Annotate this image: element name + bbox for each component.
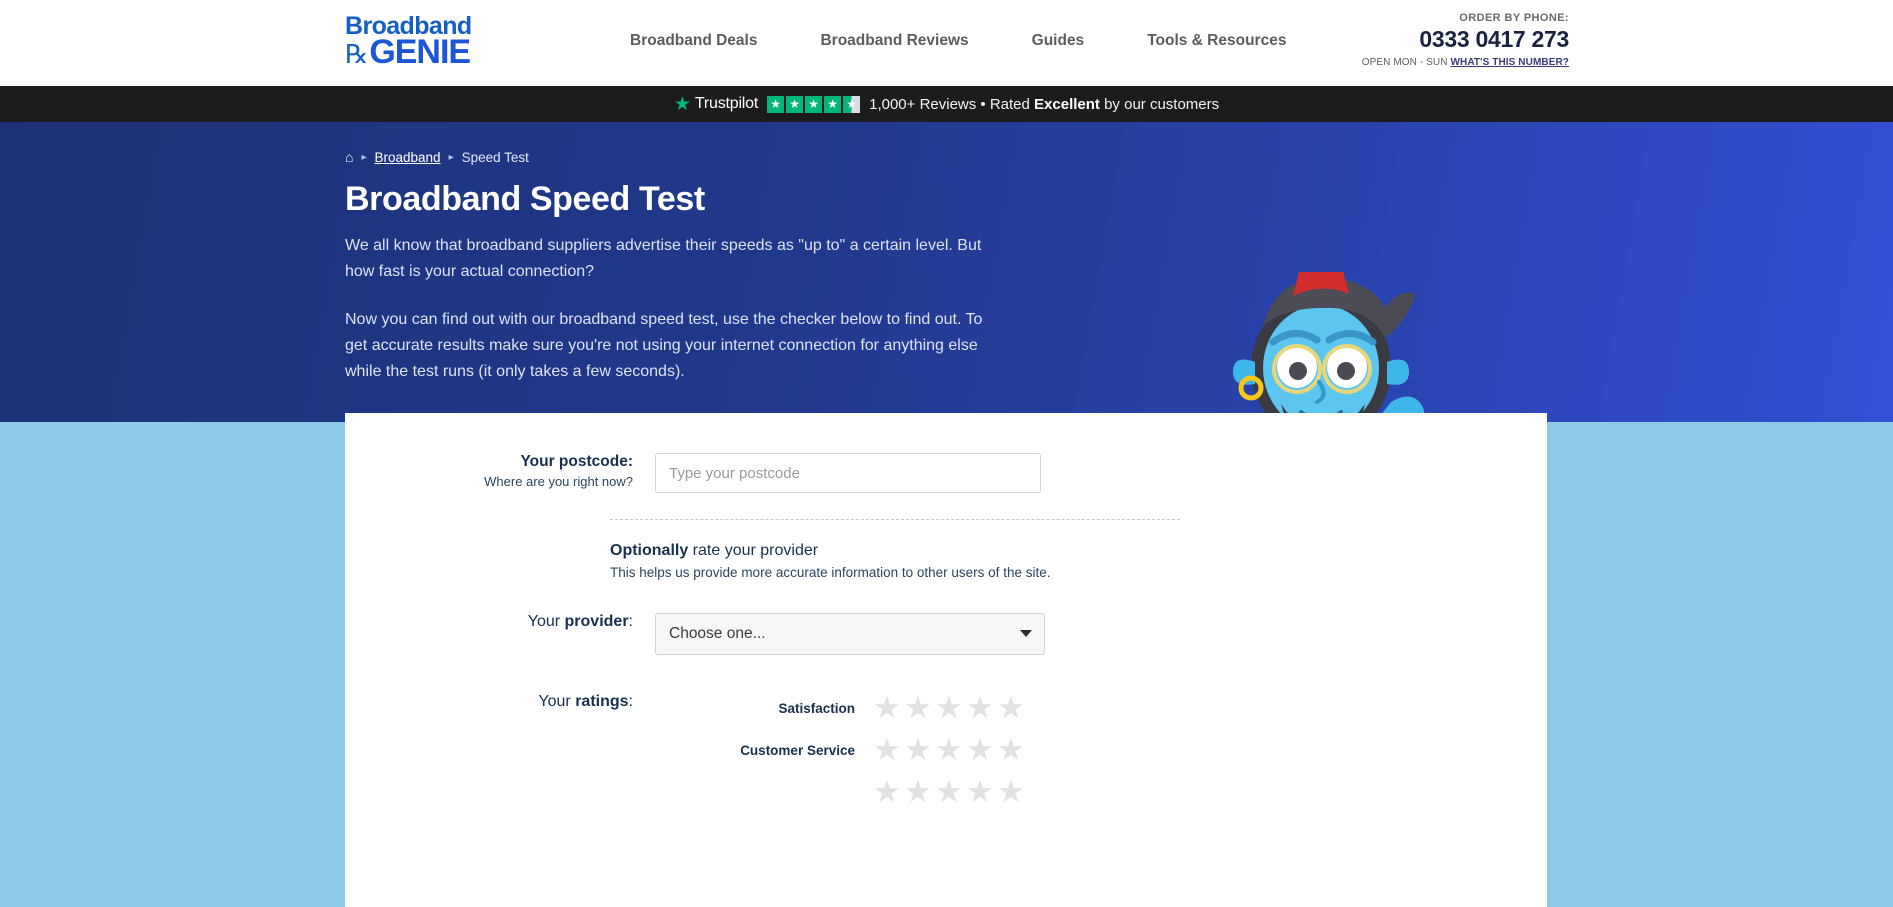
provider-select-wrap: Choose one... [655,613,1045,655]
nav-item-guides[interactable]: Guides [1032,32,1085,50]
band-area: Your postcode: Where are you right now? … [0,413,1893,907]
trustpilot-brand: Trustpilot [694,95,759,112]
form-divider [610,519,1180,520]
whats-this-number-link[interactable]: WHAT'S THIS NUMBER? [1450,57,1569,68]
breadcrumb-item-broadband[interactable]: Broadband [375,150,441,165]
postcode-label-group: Your postcode: Where are you right now? [345,453,655,489]
star-icon[interactable]: ★ [997,692,1025,723]
postcode-input[interactable] [655,453,1041,493]
postcode-row: Your postcode: Where are you right now? [345,453,1547,493]
rating-stars-satisfaction: ★ ★ ★ ★ ★ [873,692,1025,723]
rating-item: Customer Service ★ ★ ★ ★ ★ [655,734,1025,765]
ratings-row: Your ratings: Satisfaction ★ ★ ★ ★ ★ Cus… [345,692,1547,821]
star-icon[interactable]: ★ [873,734,901,765]
nav-item-broadband-reviews[interactable]: Broadband Reviews [820,32,968,50]
star-icon[interactable]: ★ [935,692,963,723]
phone-hours: OPEN MON - SUN [1361,57,1448,68]
hero-section: ⌂ ▸ Broadband ▸ Speed Test Broadband Spe… [0,122,1893,422]
star-icon[interactable]: ★ [904,776,932,807]
star-icon[interactable]: ★ [904,692,932,723]
page-title: Broadband Speed Test [345,180,705,218]
star-icon[interactable]: ★ [873,776,901,807]
nav-item-tools-resources[interactable]: Tools & Resources [1147,32,1286,50]
optional-rating-subtitle: This helps us provide more accurate info… [610,565,1051,580]
trustpilot-rating-stars: ★ ★ ★ ★ ★ [767,95,861,113]
site-header: Broadband ℞ GENIE Broadband Deals Broadb… [0,0,1893,86]
postcode-label: Your postcode: [520,453,633,470]
genie-mascot-icon [1233,272,1425,422]
trustpilot-caption: 1,000+ Reviews • Rated Excellent by our … [869,96,1219,113]
provider-row: Your provider: Choose one... [345,613,1547,655]
chevron-down-icon[interactable] [1020,630,1032,637]
rating-label-satisfaction: Satisfaction [778,700,855,716]
optional-rating-title: Optionally rate your provider [610,542,819,559]
phone-block: ORDER BY PHONE: 0333 0417 273 OPEN MON -… [1362,12,1570,68]
ratings-label: Your ratings: [538,693,633,710]
star-icon: ★ [805,95,823,113]
trustpilot-logo: ★ Trustpilot [674,95,758,114]
provider-label: Your provider: [527,613,633,630]
trustpilot-review-count: 1,000+ Reviews • Rated [869,95,1030,113]
provider-select[interactable]: Choose one... [655,613,1045,655]
phone-number[interactable]: 0333 0417 273 [1362,26,1569,53]
trustpilot-caption-tail: by our customers [1104,95,1220,113]
speed-test-form-card: Your postcode: Where are you right now? … [345,413,1547,907]
nav-item-broadband-deals[interactable]: Broadband Deals [630,32,757,50]
breadcrumb: ⌂ ▸ Broadband ▸ Speed Test [345,149,529,165]
site-logo[interactable]: Broadband ℞ GENIE [345,14,472,71]
logo-text-genie: GENIE [369,33,471,71]
star-icon: ★ [767,95,785,113]
star-icon[interactable]: ★ [935,734,963,765]
ratings-list: Satisfaction ★ ★ ★ ★ ★ Customer Service … [655,692,1025,821]
optional-rating-intro: Optionally rate your provider This helps… [610,542,1547,580]
trustpilot-rating-word: Excellent [1034,95,1100,113]
star-icon[interactable]: ★ [935,776,963,807]
star-icon: ★ [786,95,804,113]
star-icon[interactable]: ★ [966,734,994,765]
star-icon[interactable]: ★ [904,734,932,765]
rating-label-customer-service: Customer Service [740,742,855,758]
hero-paragraph-2: Now you can find out with our broadband … [345,311,983,380]
rating-item: Satisfaction ★ ★ ★ ★ ★ [655,692,1025,723]
rating-stars-customer-service: ★ ★ ★ ★ ★ [873,734,1025,765]
hero-paragraph-1: We all know that broadband suppliers adv… [345,237,982,280]
breadcrumb-separator: ▸ [448,151,454,163]
rating-item: ★ ★ ★ ★ ★ [655,776,1025,807]
phone-hours-row: OPEN MON - SUN WHAT'S THIS NUMBER? [1362,57,1569,68]
star-icon[interactable]: ★ [997,734,1025,765]
swirl-icon: ℞ [345,39,369,69]
provider-selected-value: Choose one... [669,625,766,642]
trustpilot-bar: ★ Trustpilot ★ ★ ★ ★ ★ 1,000+ Reviews • … [0,86,1893,122]
main-navigation: Broadband Deals Broadband Reviews Guides… [630,32,1286,50]
star-half-icon: ★ [843,95,861,113]
phone-label: ORDER BY PHONE: [1459,12,1569,24]
star-icon: ★ [824,95,842,113]
postcode-sublabel: Where are you right now? [484,474,633,489]
star-icon[interactable]: ★ [873,692,901,723]
star-icon[interactable]: ★ [966,776,994,807]
trustpilot-star-icon: ★ [673,93,691,115]
home-icon[interactable]: ⌂ [345,149,353,165]
breadcrumb-separator: ▸ [361,151,367,163]
star-icon[interactable]: ★ [966,692,994,723]
rating-stars-third: ★ ★ ★ ★ ★ [873,776,1025,807]
breadcrumb-item-speed-test: Speed Test [461,149,529,165]
star-icon[interactable]: ★ [997,776,1025,807]
